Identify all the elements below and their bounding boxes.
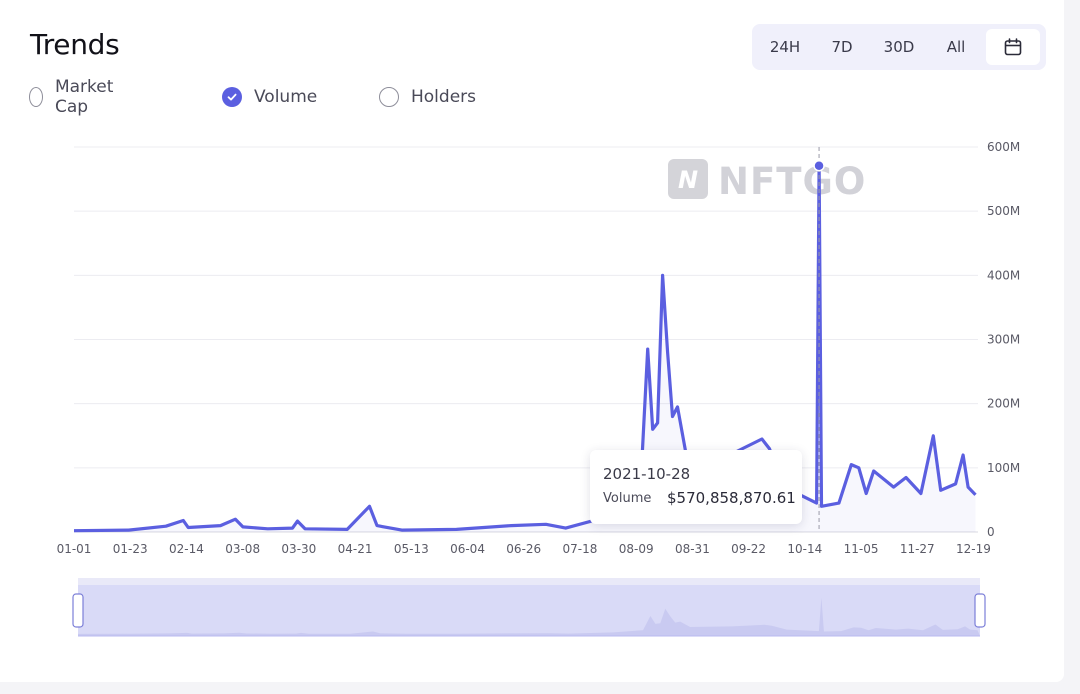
y-tick-label: 100M [987,461,1020,475]
volume-area [74,165,976,532]
y-tick-label: 400M [987,268,1020,282]
navigator-track [78,578,980,585]
y-tick-label: 600M [987,140,1020,154]
nftgo-watermark: N NFTGO [668,159,866,203]
navigator-left-handle[interactable] [72,593,84,628]
volume-line-chart[interactable]: N NFTGO 01-01 01-23 02-14 03-08 03-30 04-21 05… [0,0,1064,682]
x-tick-label: 04-21 [338,542,373,556]
tooltip-value: $570,858,870.61 [667,489,796,507]
x-tick-label: 06-04 [450,542,485,556]
x-tick-label: 01-01 [57,542,92,556]
x-tick-label: 05-13 [394,542,429,556]
x-tick-label: 06-26 [506,542,541,556]
x-tick-label: 02-14 [169,542,204,556]
navigator-window [78,585,980,636]
x-tick-label: 10-14 [787,542,822,556]
tooltip-label: Volume [603,491,652,506]
highlight-point [813,159,825,172]
x-tick-label: 09-22 [731,542,766,556]
volume-line [73,164,977,533]
trends-card: Trends 24H 7D 30D All Market Cap Volume … [0,0,1064,682]
x-tick-label: 11-05 [844,542,879,556]
x-tick-label: 03-30 [281,542,316,556]
y-tick-label: 500M [987,204,1020,218]
watermark-text: NFTGO [718,160,866,203]
y-tick-label: 200M [987,397,1020,411]
tooltip-date: 2021-10-28 [603,465,691,483]
x-tick-label: 03-08 [225,542,260,556]
navigator-right-handle[interactable] [974,593,986,628]
x-tick-label: 01-23 [113,542,148,556]
x-tick-label: 08-09 [619,542,654,556]
y-tick-label: 300M [987,333,1020,347]
x-tick-label: 11-27 [900,542,935,556]
x-tick-label: 12-19 [956,542,991,556]
nftgo-logo-mark: N [678,166,698,194]
tooltip: 2021-10-28 Volume $570,858,870.61 [590,450,802,524]
y-tick-label: 0 [987,525,995,539]
x-tick-label: 08-31 [675,542,710,556]
x-tick-label: 07-18 [563,542,598,556]
